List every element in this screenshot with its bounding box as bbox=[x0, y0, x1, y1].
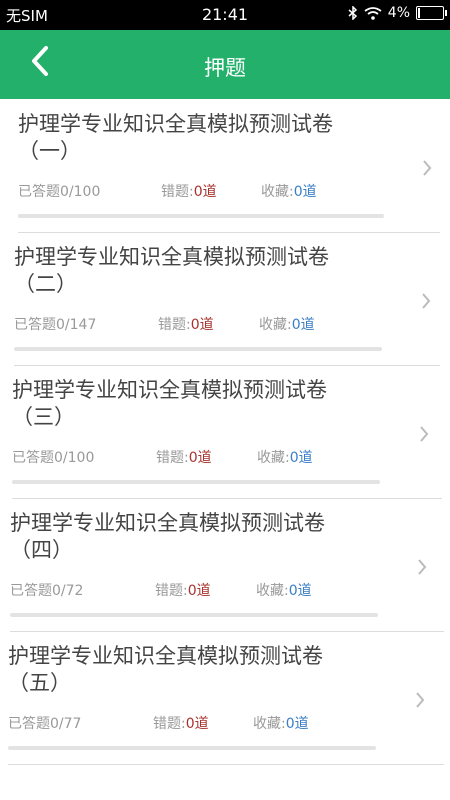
favorite-count: 收藏:0道 bbox=[259, 314, 315, 334]
wrong-value: 0道 bbox=[188, 450, 212, 466]
exam-title: 护理学专业知识全真模拟预测试卷（一） bbox=[18, 112, 333, 163]
wrong-count: 错题:0道 bbox=[156, 447, 212, 467]
wrong-label: 错题: bbox=[155, 583, 188, 599]
favorite-value: 0道 bbox=[285, 716, 309, 732]
progress-bar bbox=[14, 347, 382, 351]
wrong-label: 错题: bbox=[153, 716, 186, 732]
progress-bar bbox=[8, 746, 376, 750]
favorite-value: 0道 bbox=[288, 583, 312, 599]
chevron-right-icon bbox=[416, 692, 425, 708]
list-item[interactable]: 护理学专业知识全真模拟预测试卷（五） 已答题0/77 错题:0道 收藏:0道 bbox=[8, 631, 444, 765]
wrong-count: 错题:0道 bbox=[153, 713, 209, 733]
progress-bar bbox=[12, 480, 380, 484]
wrong-count: 错题:0道 bbox=[158, 314, 214, 334]
favorite-count: 收藏:0道 bbox=[256, 580, 312, 600]
wrong-value: 0道 bbox=[190, 317, 214, 333]
list-item[interactable]: 护理学专业知识全真模拟预测试卷（三） 已答题0/100 错题:0道 收藏:0道 bbox=[12, 365, 442, 499]
progress-bar bbox=[18, 214, 384, 218]
wrong-value: 0道 bbox=[185, 716, 209, 732]
favorite-label: 收藏: bbox=[261, 184, 294, 200]
favorite-value: 0道 bbox=[293, 184, 317, 200]
chevron-right-icon bbox=[423, 160, 432, 176]
exam-title: 护理学专业知识全真模拟预测试卷（三） bbox=[12, 378, 327, 429]
wrong-label: 错题: bbox=[158, 317, 191, 333]
wrong-label: 错题: bbox=[161, 184, 194, 200]
progress-bar bbox=[10, 613, 378, 617]
answered-count: 已答题0/100 bbox=[12, 450, 95, 466]
battery-percent: 4% bbox=[387, 5, 410, 21]
favorite-count: 收藏:0道 bbox=[261, 181, 317, 201]
list-item[interactable]: 护理学专业知识全真模拟预测试卷（一） 已答题0/100 错题:0道 收藏:0道 bbox=[18, 99, 440, 233]
wifi-icon bbox=[364, 6, 382, 20]
page-title: 押题 bbox=[204, 56, 246, 80]
wrong-label: 错题: bbox=[156, 450, 189, 466]
favorite-label: 收藏: bbox=[253, 716, 286, 732]
status-bar: 无SIM 21:41 4% bbox=[0, 0, 450, 30]
exam-title: 护理学专业知识全真模拟预测试卷（四） bbox=[10, 511, 325, 562]
list-item[interactable]: 护理学专业知识全真模拟预测试卷（四） 已答题0/72 错题:0道 收藏:0道 bbox=[10, 498, 444, 632]
chevron-right-icon bbox=[422, 293, 431, 309]
wrong-count: 错题:0道 bbox=[155, 580, 211, 600]
battery-icon bbox=[416, 6, 447, 20]
favorite-value: 0道 bbox=[291, 317, 315, 333]
answered-count: 已答题0/147 bbox=[14, 317, 97, 333]
answered-count: 已答题0/100 bbox=[18, 184, 101, 200]
exam-title: 护理学专业知识全真模拟预测试卷（二） bbox=[14, 245, 329, 296]
favorite-count: 收藏:0道 bbox=[257, 447, 313, 467]
favorite-value: 0道 bbox=[289, 450, 313, 466]
answered-count: 已答题0/77 bbox=[8, 716, 82, 732]
chevron-right-icon bbox=[420, 426, 429, 442]
favorite-label: 收藏: bbox=[256, 583, 289, 599]
answered-count: 已答题0/72 bbox=[10, 583, 84, 599]
app-header: 押题 bbox=[0, 30, 450, 99]
wrong-count: 错题:0道 bbox=[161, 181, 217, 201]
wrong-value: 0道 bbox=[193, 184, 217, 200]
favorite-count: 收藏:0道 bbox=[253, 713, 309, 733]
status-icons: 4% bbox=[348, 5, 447, 21]
favorite-label: 收藏: bbox=[259, 317, 292, 333]
list-item[interactable]: 护理学专业知识全真模拟预测试卷（二） 已答题0/147 错题:0道 收藏:0道 bbox=[14, 232, 440, 366]
favorite-label: 收藏: bbox=[257, 450, 290, 466]
bluetooth-icon bbox=[348, 6, 357, 20]
exam-title: 护理学专业知识全真模拟预测试卷（五） bbox=[8, 644, 323, 695]
chevron-right-icon bbox=[418, 559, 427, 575]
wrong-value: 0道 bbox=[187, 583, 211, 599]
